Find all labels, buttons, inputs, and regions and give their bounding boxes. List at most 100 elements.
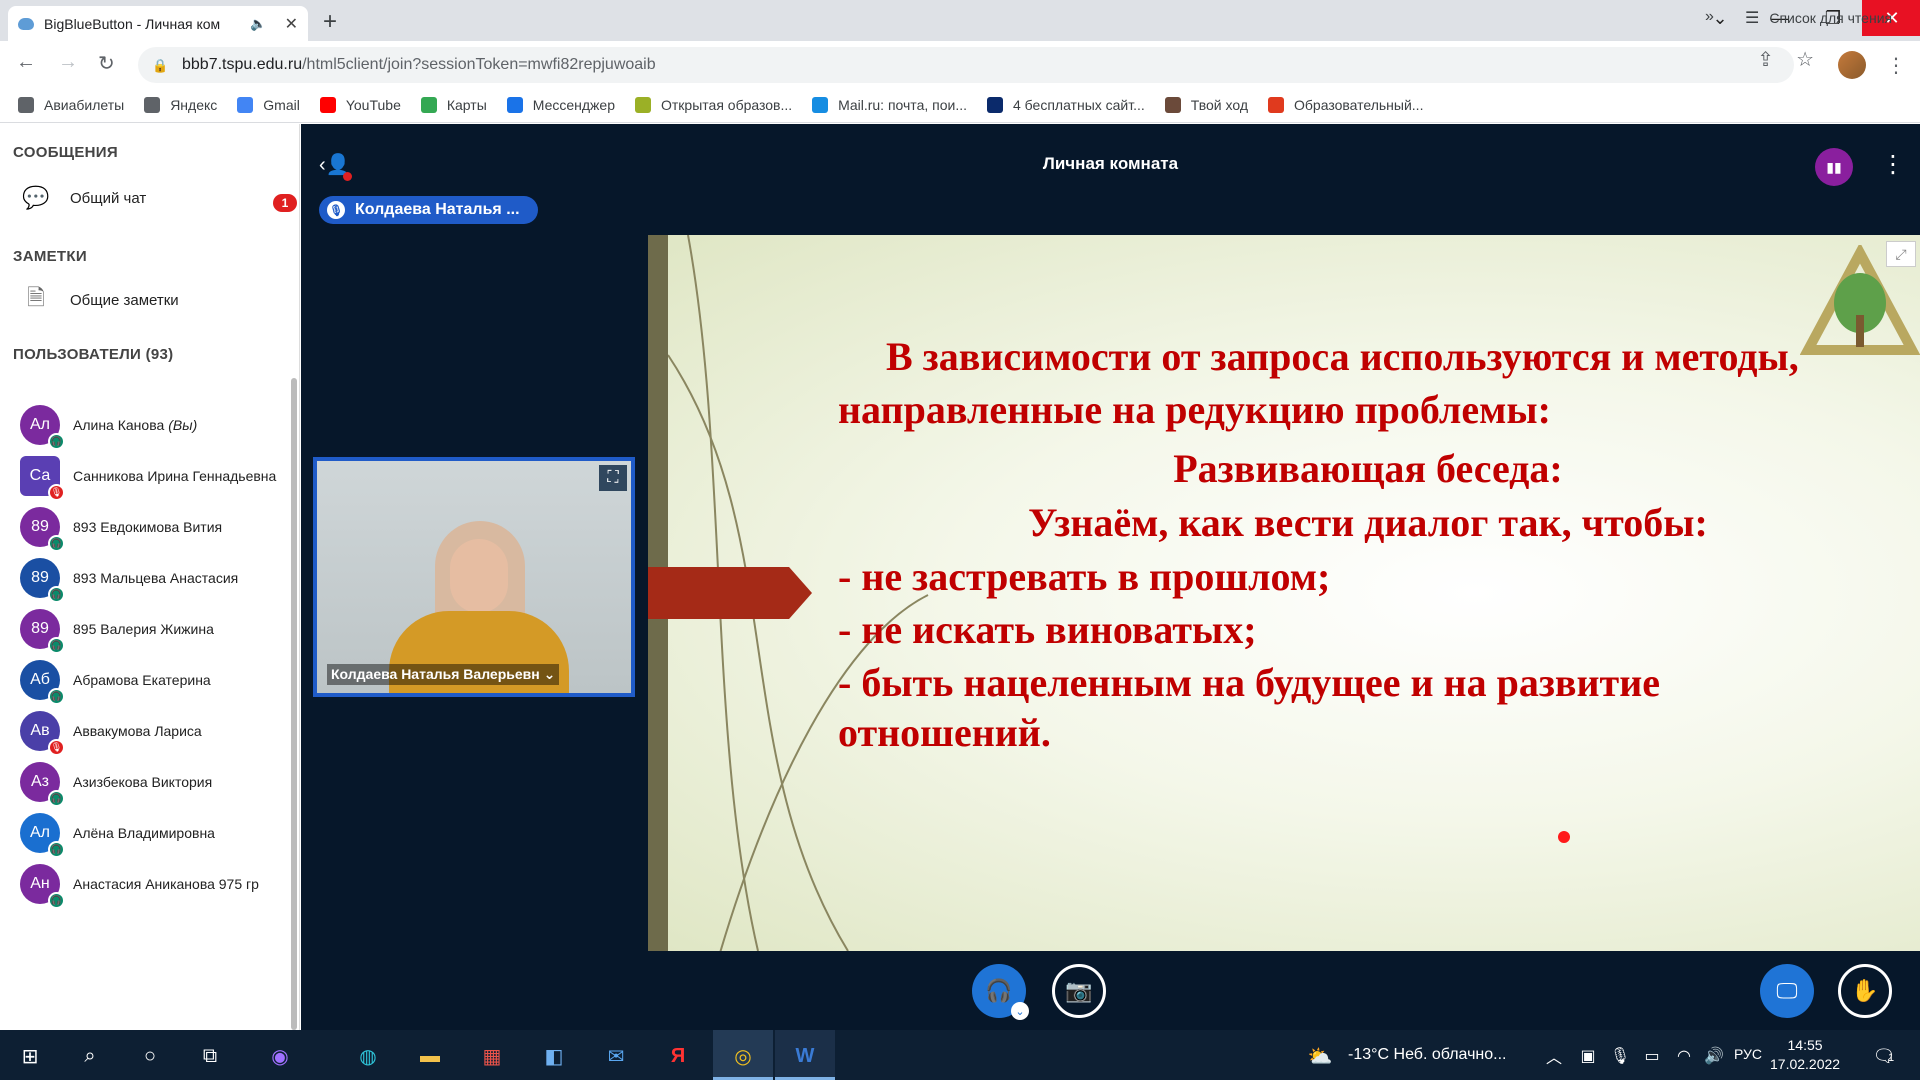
shared-notes-item[interactable]: 🗎 Общие заметки	[20, 284, 179, 316]
chrome-icon[interactable]: ◎	[729, 1042, 757, 1070]
users-title: ПОЛЬЗОВАТЕЛИ	[13, 346, 142, 363]
bookmark-item[interactable]: Мессенджер	[506, 97, 615, 113]
file-explorer-icon[interactable]: ▬	[416, 1042, 444, 1070]
close-tab-icon[interactable]: ✕	[285, 14, 298, 34]
weather-icon[interactable]: ⛅	[1306, 1042, 1334, 1070]
chat-icon: 💬	[22, 185, 50, 210]
battery-icon[interactable]: ▭	[1638, 1042, 1666, 1070]
mail-icon[interactable]: ✉	[602, 1042, 630, 1070]
user-avatar: Ан 🎧	[20, 864, 65, 909]
user-list-item[interactable]: 89 🎧 895 Валерия Жижина	[20, 604, 214, 654]
bookmark-label: Мессенджер	[532, 97, 615, 113]
user-list-item[interactable]: 89 🎧 893 Мальцева Анастасия	[20, 553, 238, 603]
store-icon[interactable]: ▦	[478, 1042, 506, 1070]
presentation-button[interactable]: 🖵	[1760, 964, 1814, 1018]
browser-tabstrip: BigBlueButton - Личная ком 🔈 ✕ + ⌄ — ❐ ✕	[0, 0, 1920, 41]
fullscreen-icon[interactable]: ⛶	[599, 465, 627, 491]
bookmark-item[interactable]: YouTube	[319, 97, 401, 113]
user-list-item[interactable]: Ав 🎙 Аввакумова Лариса	[20, 706, 202, 756]
edge-icon[interactable]: ◍	[354, 1042, 382, 1070]
back-icon[interactable]: ←	[16, 51, 36, 74]
bookmark-label: YouTube	[345, 97, 401, 113]
url-host: bbb7.tspu.edu.ru	[182, 56, 303, 73]
bookmark-item[interactable]: Mail.ru: почта, пои...	[812, 97, 967, 113]
share-icon[interactable]: ⇪	[1757, 47, 1774, 72]
bookmark-item[interactable]: Яндекс	[144, 97, 217, 113]
forward-icon[interactable]: →	[58, 51, 78, 74]
slide-fullscreen-icon[interactable]: ⤢	[1886, 241, 1916, 267]
lock-icon[interactable]: 🔒	[152, 58, 168, 73]
user-name: 893 Мальцева Анастасия	[73, 570, 239, 586]
reload-icon[interactable]: ↻	[98, 51, 115, 76]
unread-badge: 1	[273, 194, 297, 212]
webcam-tile[interactable]: ⛶ Колдаева Наталья Валерьевн ⌄	[313, 457, 635, 697]
wifi-icon[interactable]: ◠	[1670, 1042, 1698, 1070]
raise-hand-button[interactable]: ✋	[1838, 964, 1892, 1018]
user-list-item[interactable]: Ал 🎧 Алёна Владимировна	[20, 808, 215, 858]
user-initials: 89	[31, 620, 49, 637]
task-view-icon[interactable]: ⧉	[196, 1042, 224, 1070]
clock[interactable]: 14:55 17.02.2022	[1770, 1036, 1840, 1074]
public-chat-item[interactable]: 💬 Общий чат	[20, 182, 146, 214]
user-avatar: Ал 🎧	[20, 405, 65, 450]
webcam-username[interactable]: Колдаева Наталья Валерьевн ⌄	[327, 664, 560, 685]
bookmark-item[interactable]: 4 бесплатных сайт...	[987, 97, 1145, 113]
options-menu-icon[interactable]: ⋮	[1881, 150, 1905, 179]
share-webcam-button[interactable]: 📷	[1052, 964, 1106, 1018]
user-avatar: Ал 🎧	[20, 813, 65, 858]
users-count: (93)	[145, 346, 174, 363]
user-list-scrollbar[interactable]	[291, 378, 297, 1030]
url-path: /html5client/join?sessionToken=mwfi82rep…	[302, 56, 656, 73]
talking-indicator[interactable]: 🎙 Колдаева Наталья ...	[319, 196, 538, 224]
bookmark-item[interactable]: Открытая образов...	[635, 97, 792, 113]
bookmark-item[interactable]: Образовательный...	[1268, 97, 1423, 113]
user-list-item[interactable]: 89 🎧 893 Евдокимова Вития	[20, 502, 222, 552]
bookmark-label: 4 бесплатных сайт...	[1013, 97, 1145, 113]
webcam-person-face	[450, 539, 508, 613]
bookmark-item[interactable]: Gmail	[237, 97, 300, 113]
tab-search-icon[interactable]: ⌄	[1690, 0, 1750, 36]
user-avatar: Аб 🎧	[20, 660, 65, 705]
microphone-tray-icon[interactable]: 🎙	[1606, 1042, 1634, 1070]
user-name: Алёна Владимировна	[73, 825, 215, 841]
user-list-item[interactable]: Са 🎙 Санникова Ирина Геннадьевна	[20, 451, 276, 501]
language-indicator[interactable]: РУС	[1734, 1046, 1762, 1062]
notes-icon: 🗎	[27, 285, 45, 310]
speaker-icon[interactable]: 🔈	[250, 16, 266, 32]
audio-options-icon[interactable]: ⌄	[1011, 1002, 1029, 1020]
chevron-up-icon[interactable]: ︿	[1540, 1042, 1568, 1070]
address-bar[interactable]: 🔒 bbb7.tspu.edu.ru /html5client/join?ses…	[138, 47, 1794, 83]
shared-notes-label: Общие заметки	[70, 291, 179, 309]
volume-icon[interactable]: 🔊	[1700, 1042, 1728, 1070]
new-tab-button[interactable]: +	[323, 8, 337, 36]
word-icon[interactable]: W	[791, 1042, 819, 1070]
presentation-slide: ⤢ В зависимости от запроса используются …	[648, 235, 1920, 951]
user-list-item[interactable]: Ал 🎧 Алина Канова (Вы)	[20, 400, 197, 450]
camera-icon[interactable]: ▣	[1574, 1042, 1602, 1070]
user-initials: 89	[31, 569, 49, 586]
bookmark-item[interactable]: Карты	[420, 97, 487, 113]
maps-icon	[420, 97, 437, 113]
google-icon	[237, 97, 254, 113]
bookmarks-overflow-icon[interactable]: »	[1705, 8, 1714, 26]
bookmark-item[interactable]: Авиабилеты	[18, 97, 124, 113]
windows-start-icon[interactable]: ⊞	[16, 1042, 44, 1070]
search-icon[interactable]: ⌕	[76, 1042, 104, 1070]
cortana-icon[interactable]: ○	[136, 1042, 164, 1070]
profile-avatar[interactable]	[1838, 51, 1866, 79]
alice-icon[interactable]: ◉	[266, 1042, 294, 1070]
connection-status-icon[interactable]: ▮▮	[1815, 148, 1853, 186]
reading-list-button[interactable]: ☰ Список для чтения	[1745, 8, 1892, 28]
user-list-item[interactable]: Ан 🎧 Анастасия Аниканова 975 гр	[20, 859, 259, 909]
app-icon[interactable]: ◧	[540, 1042, 568, 1070]
slide-line-8: отношений.	[838, 710, 1051, 755]
yandex-icon[interactable]: Я	[664, 1042, 692, 1070]
bookmark-label: Gmail	[263, 97, 300, 113]
user-list-item[interactable]: Аб 🎧 Абрамова Екатерина	[20, 655, 211, 705]
browser-tab[interactable]: BigBlueButton - Личная ком 🔈 ✕	[8, 6, 308, 41]
star-icon[interactable]: ☆	[1796, 47, 1814, 72]
user-list-item[interactable]: Аз 🎧 Азизбекова Виктория	[20, 757, 212, 807]
chrome-menu-icon[interactable]: ⋮	[1886, 53, 1906, 78]
weather-text[interactable]: -13°C Неб. облачно...	[1348, 1046, 1506, 1064]
bookmark-item[interactable]: Твой ход	[1164, 97, 1248, 113]
